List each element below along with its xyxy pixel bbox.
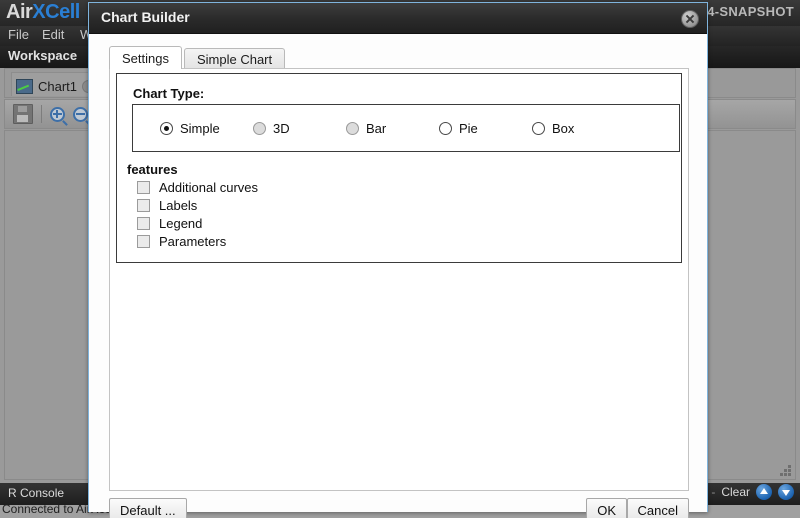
clear-button[interactable]: Clear [721,485,750,499]
radio-label-simple: Simple [180,120,220,136]
features-list: Additional curves Labels Legend Paramete… [137,178,258,250]
checkbox-icon-labels[interactable] [137,198,150,212]
arrow-down-icon[interactable] [778,484,794,500]
close-icon[interactable] [681,10,699,28]
checkbox-label-additional-curves: Additional curves [159,179,258,195]
application-window: AirXCell .4-SNAPSHOT File Edit Worl Work… [0,0,800,518]
checkbox-label-legend: Legend [159,215,203,231]
chart-type-label: Chart Type: [133,86,205,101]
zoom-out-icon[interactable] [73,106,88,122]
workspace-tab-label: Chart1 [38,78,78,94]
app-logo: AirXCell [6,1,80,24]
tab-simple-chart[interactable]: Simple Chart [183,48,286,69]
checkbox-option-parameters[interactable]: Parameters [137,232,258,250]
resize-grip[interactable] [779,464,791,476]
checkbox-icon-legend[interactable] [137,216,150,230]
app-version-label: .4-SNAPSHOT [703,4,794,19]
dialog-title: Chart Builder [101,9,190,25]
radio-label-box: Box [552,120,575,136]
chart-icon [16,78,33,94]
ok-button[interactable]: OK [586,498,627,518]
radio-option-box[interactable]: Box [532,121,625,136]
settings-frame: Chart Type: Simple 3D Bar Pie Box featur… [116,73,682,263]
radio-icon-3d[interactable] [253,121,266,135]
tab-settings[interactable]: Settings [109,46,182,69]
settings-tab-panel: Chart Type: Simple 3D Bar Pie Box featur… [109,68,689,491]
dialog-titlebar[interactable]: Chart Builder [89,3,707,34]
radio-icon-simple[interactable] [160,121,173,135]
checkbox-option-legend[interactable]: Legend [137,214,258,232]
radio-icon-box[interactable] [532,121,545,135]
console-actions: - Clear [711,484,794,500]
radio-option-3d[interactable]: 3D [253,121,346,136]
workspace-label: Workspace [8,48,78,63]
save-icon[interactable] [13,104,33,124]
dialog-tabbar: Settings Simple Chart [109,46,287,69]
console-dash: - [711,485,716,499]
checkbox-option-additional-curves[interactable]: Additional curves [137,178,258,196]
checkbox-icon-parameters[interactable] [137,234,150,248]
features-label: features [127,162,178,177]
default-button[interactable]: Default ... [109,498,187,518]
dialog-body: Settings Simple Chart Chart Type: Simple [89,34,707,518]
checkbox-option-labels[interactable]: Labels [137,196,258,214]
chart-builder-dialog: Chart Builder Settings Simple Chart Char… [88,2,708,518]
radio-option-simple[interactable]: Simple [160,121,253,136]
radio-icon-pie[interactable] [439,121,452,135]
r-console-title: R Console [8,486,65,500]
radio-icon-bar[interactable] [346,121,359,135]
dialog-button-row: Default ... OK Cancel [109,498,689,518]
checkbox-label-labels: Labels [159,197,198,213]
arrow-up-icon[interactable] [756,484,772,500]
radio-label-pie: Pie [459,120,478,136]
checkbox-label-parameters: Parameters [159,233,227,249]
logo-text-xcell: XCell [32,1,80,23]
zoom-in-icon[interactable] [50,106,65,122]
toolbar-separator [41,105,42,123]
menu-item-file[interactable]: File [8,27,29,42]
cancel-button[interactable]: Cancel [626,498,689,518]
radio-option-bar[interactable]: Bar [346,121,439,136]
logo-text-air: Air [6,1,33,23]
menu-item-edit[interactable]: Edit [42,27,64,42]
radio-label-3d: 3D [273,120,290,136]
chart-type-group: Simple 3D Bar Pie Box [132,104,680,152]
radio-label-bar: Bar [366,120,387,136]
radio-option-pie[interactable]: Pie [439,121,532,136]
checkbox-icon-additional-curves[interactable] [137,180,150,194]
